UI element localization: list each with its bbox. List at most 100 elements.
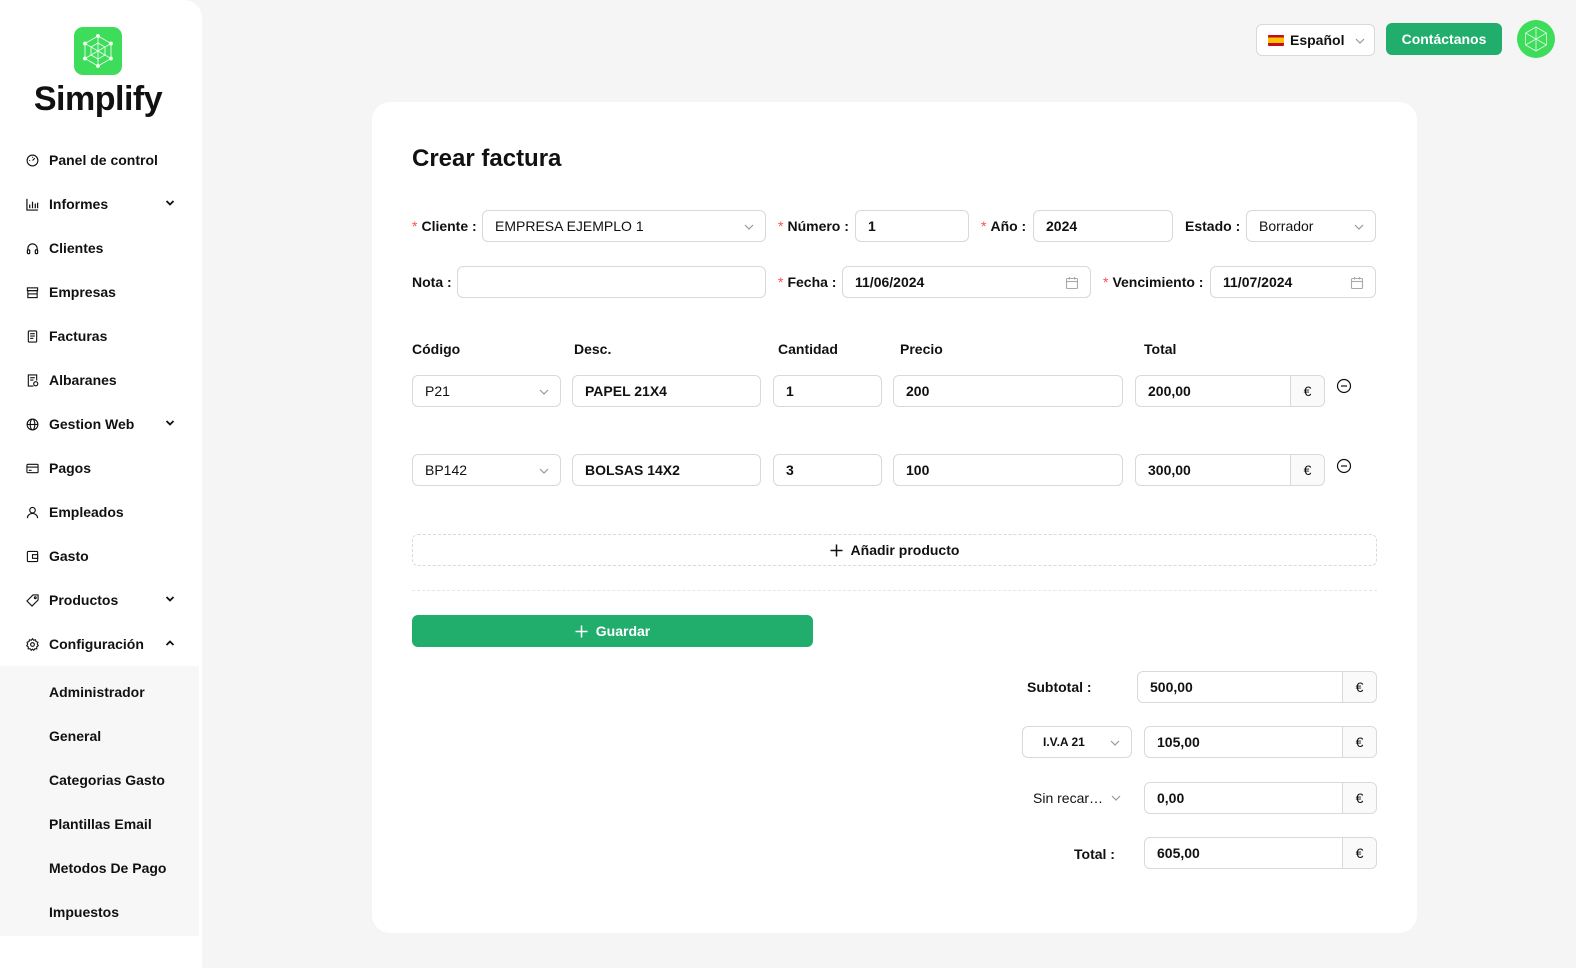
sidebar-item-label: Empleados (49, 504, 124, 520)
submenu-item-metodos-de-pago[interactable]: Metodos De Pago (0, 846, 199, 890)
nota-input[interactable] (457, 266, 766, 298)
currency-addon: € (1290, 376, 1324, 406)
save-label: Guardar (595, 623, 651, 639)
cliente-label: * Cliente : (412, 218, 477, 234)
chevron-up-icon (165, 640, 175, 646)
desc-input[interactable]: PAPEL 21X4 (572, 375, 761, 407)
column-header-precio: Precio (900, 341, 943, 357)
language-value: Español (1290, 32, 1345, 48)
currency-addon: € (1342, 727, 1376, 757)
recargo-input: 0,00 € (1144, 782, 1377, 814)
sidebar-item-label: Gasto (49, 548, 89, 564)
iva-select-value: I.V.A 21 (1043, 735, 1085, 749)
desc-input[interactable]: BOLSAS 14X2 (572, 454, 761, 486)
estado-select[interactable]: Borrador (1246, 210, 1376, 242)
chevron-down-icon (1110, 740, 1120, 746)
submenu-item-categorias-gasto[interactable]: Categorias Gasto (0, 758, 199, 802)
contact-button[interactable]: Contáctanos (1386, 23, 1502, 55)
shop-icon (25, 285, 39, 299)
anio-input[interactable]: 2024 (1033, 210, 1173, 242)
globe-icon (25, 417, 39, 431)
headphones-icon (25, 241, 39, 255)
anio-label: * Año : (981, 218, 1027, 234)
sidebar-item-gestion-web[interactable]: Gestion Web (0, 402, 202, 446)
sidebar-item-albaranes[interactable]: Albaranes (0, 358, 202, 402)
sidebar-item-label: Gestion Web (49, 416, 135, 432)
language-select[interactable]: Español (1256, 24, 1375, 56)
remove-line-icon[interactable] (1336, 458, 1352, 474)
wallet-icon (25, 549, 39, 563)
currency-addon: € (1342, 672, 1376, 702)
sidebar-item-empleados[interactable]: Empleados (0, 490, 202, 534)
logo-icon (74, 27, 122, 75)
iva-value: 105,00 (1157, 734, 1200, 750)
fecha-label: * Fecha : (778, 274, 837, 290)
settings-icon (25, 637, 39, 651)
estado-label: Estado : (1185, 218, 1241, 234)
page-title: Crear factura (412, 145, 562, 172)
save-button[interactable]: Guardar (412, 615, 813, 647)
recargo-select[interactable]: Sin recar… (1022, 782, 1132, 814)
cliente-value: EMPRESA EJEMPLO 1 (495, 218, 644, 234)
sidebar-item-clientes[interactable]: Clientes (0, 226, 202, 270)
chevron-down-icon (1355, 38, 1365, 44)
sidebar-item-informes[interactable]: Informes (0, 182, 202, 226)
vencimiento-value: 11/07/2024 (1223, 274, 1293, 290)
cantidad-input[interactable]: 3 (773, 454, 882, 486)
remove-line-icon[interactable] (1336, 378, 1352, 394)
currency-addon: € (1342, 838, 1376, 868)
chevron-down-icon (165, 200, 175, 206)
line-total-input[interactable]: 300,00 € (1135, 454, 1325, 486)
sidebar-item-productos[interactable]: Productos (0, 578, 202, 622)
submenu-item-administrador[interactable]: Administrador (0, 670, 199, 714)
chevron-down-icon (1111, 795, 1121, 801)
submenu-item-general[interactable]: General (0, 714, 199, 758)
codigo-select[interactable]: P21 (412, 375, 561, 407)
dashboard-icon (25, 153, 39, 167)
sidebar-nav: Panel de control Informes Clientes Empre… (0, 138, 202, 936)
line-total-input[interactable]: 200,00 € (1135, 375, 1325, 407)
sidebar-item-label: Pagos (49, 460, 92, 476)
precio-input[interactable]: 200 (893, 375, 1123, 407)
sidebar-item-configuracion[interactable]: Configuración (0, 622, 202, 666)
numero-input[interactable]: 1 (855, 210, 969, 242)
sidebar-item-facturas[interactable]: Facturas (0, 314, 202, 358)
sidebar-item-label: Informes (49, 196, 109, 212)
sidebar-item-label: Facturas (49, 328, 108, 344)
currency-addon: € (1290, 455, 1324, 485)
total-value: 605,00 (1157, 845, 1200, 861)
plus-icon (575, 625, 588, 637)
currency-addon: € (1342, 783, 1376, 813)
chevron-down-icon (539, 389, 549, 395)
avatar[interactable] (1517, 20, 1555, 58)
cantidad-input[interactable]: 1 (773, 375, 882, 407)
app-name: Simplify (33, 80, 163, 118)
sidebar-item-label: Panel de control (49, 152, 158, 168)
vencimiento-datepicker[interactable]: 11/07/2024 (1210, 266, 1376, 298)
sidebar-item-pagos[interactable]: Pagos (0, 446, 202, 490)
codigo-select[interactable]: BP142 (412, 454, 561, 486)
add-product-button[interactable]: Añadir producto (412, 534, 1377, 566)
sidebar: Simplify Panel de control Informes Clien… (0, 0, 202, 968)
iva-select[interactable]: I.V.A 21 (1022, 726, 1132, 758)
sidebar-item-empresas[interactable]: Empresas (0, 270, 202, 314)
fecha-datepicker[interactable]: 11/06/2024 (842, 266, 1091, 298)
sidebar-item-panel-de-control[interactable]: Panel de control (0, 138, 202, 182)
sidebar-item-gasto[interactable]: Gasto (0, 534, 202, 578)
credit-card-icon (25, 461, 39, 475)
recargo-select-value: Sin recar… (1033, 790, 1104, 806)
total-label: Total : (1074, 846, 1115, 862)
divider (412, 590, 1377, 591)
cliente-select[interactable]: EMPRESA EJEMPLO 1 (482, 210, 766, 242)
chevron-down-icon (165, 420, 175, 426)
configuracion-submenu: Administrador General Categorias Gasto P… (0, 666, 199, 936)
submenu-item-plantillas-email[interactable]: Plantillas Email (0, 802, 199, 846)
subtotal-input: 500,00 € (1137, 671, 1377, 703)
total-input: 605,00 € (1144, 837, 1377, 869)
iva-input: 105,00 € (1144, 726, 1377, 758)
estado-value: Borrador (1259, 218, 1314, 234)
submenu-item-impuestos[interactable]: Impuestos (0, 890, 199, 934)
precio-input[interactable]: 100 (893, 454, 1123, 486)
sidebar-item-label: Albaranes (49, 372, 117, 388)
chevron-down-icon (539, 468, 549, 474)
